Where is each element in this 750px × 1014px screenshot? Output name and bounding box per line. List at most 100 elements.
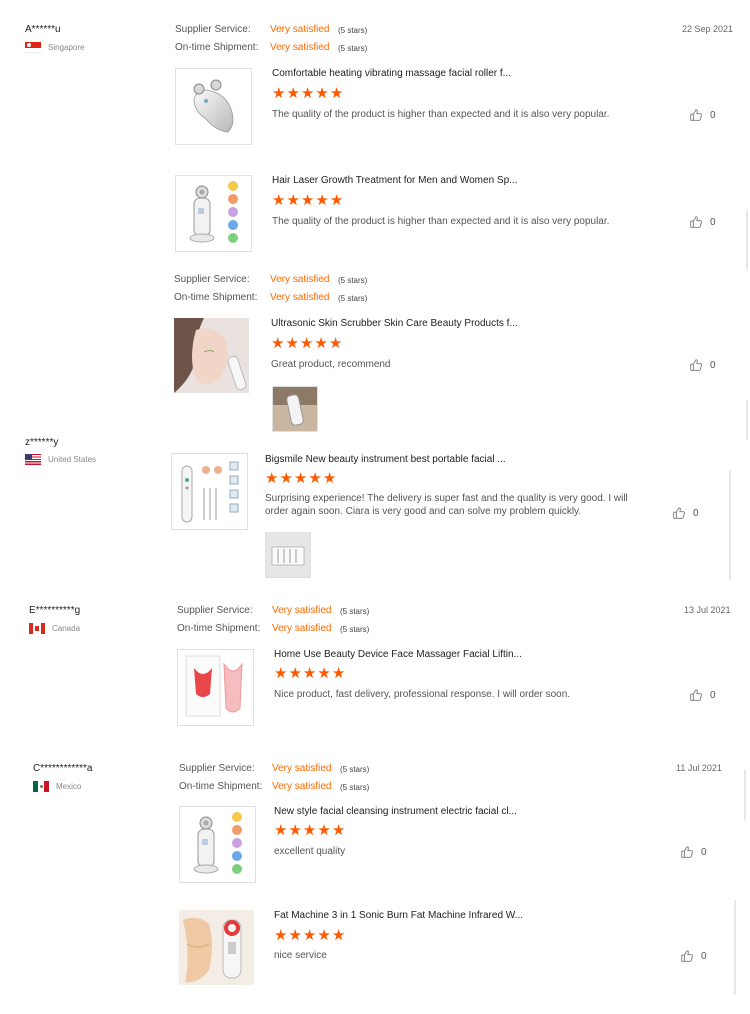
reviewer-country: Mexico	[33, 781, 81, 792]
supplier-service-stars: (5 stars)	[338, 276, 368, 285]
ontime-shipment-stars: (5 stars)	[340, 625, 370, 634]
product-title[interactable]: Ultrasonic Skin Scrubber Skin Care Beaut…	[271, 318, 518, 329]
supplier-service-stars: (5 stars)	[340, 765, 370, 774]
product-thumbnail[interactable]	[174, 318, 249, 393]
star-icon: ★	[286, 192, 300, 209]
ontime-shipment-value: Very satisfied	[270, 292, 330, 303]
like-button[interactable]: 0	[680, 949, 707, 963]
star-icon: ★	[288, 665, 302, 682]
product-title[interactable]: Comfortable heating vibrating massage fa…	[272, 68, 511, 79]
star-icon: ★	[279, 470, 293, 487]
star-icon: ★	[288, 927, 302, 944]
country-label: Mexico	[56, 782, 82, 791]
like-count: 0	[693, 507, 699, 519]
ontime-shipment-label: On-time Shipment:	[174, 292, 258, 303]
product-title[interactable]: Hair Laser Growth Treatment for Men and …	[272, 175, 517, 186]
ontime-shipment-value: Very satisfied	[270, 42, 330, 53]
star-icon: ★	[274, 665, 288, 682]
supplier-service-stars: (5 stars)	[338, 26, 368, 35]
thumbs-up-icon	[690, 109, 702, 121]
product-title[interactable]: Bigsmile New beauty instrument best port…	[265, 454, 506, 465]
like-count: 0	[710, 109, 716, 121]
like-button[interactable]: 0	[689, 108, 716, 122]
like-button[interactable]: 0	[689, 688, 716, 702]
star-icon: ★	[329, 192, 344, 209]
review-photo-image	[273, 387, 317, 431]
product-title[interactable]: Fat Machine 3 in 1 Sonic Burn Fat Machin…	[274, 910, 523, 921]
star-icon: ★	[299, 335, 314, 352]
review-photo[interactable]	[265, 532, 311, 578]
edge-divider	[746, 400, 748, 440]
review-photo[interactable]	[272, 386, 318, 432]
like-count: 0	[701, 950, 707, 962]
united-states-flag-icon	[25, 454, 41, 465]
reviewer-name: E**********g	[29, 605, 81, 616]
like-count: 0	[710, 359, 716, 371]
like-button[interactable]: 0	[689, 358, 716, 372]
ontime-shipment-stars: (5 stars)	[338, 294, 368, 303]
product-title[interactable]: New style facial cleansing instrument el…	[274, 806, 517, 817]
review-date: 13 Jul 2021	[684, 605, 731, 615]
edge-divider	[744, 770, 746, 820]
thumbs-up-icon	[681, 950, 693, 962]
mexico-flag-icon	[33, 781, 49, 792]
product-thumbnail[interactable]	[177, 649, 254, 726]
neck-massager-icon	[185, 655, 243, 717]
star-icon: ★	[302, 927, 317, 944]
rating-stars: ★ ★ ★ ★ ★	[274, 927, 345, 944]
product-thumbnail[interactable]	[179, 806, 256, 883]
supplier-service-label: Supplier Service:	[175, 24, 251, 35]
rating-stars: ★ ★ ★ ★ ★	[274, 665, 345, 682]
rating-stars: ★ ★ ★ ★ ★	[272, 192, 344, 209]
review-text: The quality of the product is higher tha…	[272, 109, 610, 120]
rating-stars: ★ ★ ★ ★ ★	[271, 335, 342, 352]
star-icon: ★	[315, 192, 329, 209]
facial-roller-icon	[193, 79, 234, 133]
star-icon: ★	[322, 470, 337, 487]
like-button[interactable]: 0	[680, 845, 707, 859]
supplier-service-label: Supplier Service:	[177, 605, 253, 616]
beauty-device-icon	[193, 812, 242, 874]
thumbs-up-icon	[690, 689, 702, 701]
country-label: Singapore	[48, 43, 85, 52]
supplier-service-label: Supplier Service:	[179, 763, 255, 774]
product-thumbnail[interactable]	[179, 910, 254, 985]
ontime-shipment-value: Very satisfied	[272, 781, 332, 792]
thumbs-up-icon	[690, 216, 702, 228]
supplier-service-value: Very satisfied	[272, 605, 332, 616]
ontime-shipment-label: On-time Shipment:	[179, 781, 263, 792]
review-text: Nice product, fast delivery, professiona…	[274, 689, 571, 700]
thumbs-up-icon	[681, 846, 693, 858]
review-date: 22 Sep 2021	[682, 24, 734, 34]
review-text: Great product, recommend	[271, 359, 391, 370]
star-icon: ★	[302, 822, 317, 839]
edge-divider	[734, 900, 736, 995]
reviewer-name: z******y	[25, 437, 59, 448]
like-button[interactable]: 0	[672, 506, 699, 520]
star-icon: ★	[293, 470, 308, 487]
like-count: 0	[701, 846, 707, 858]
star-icon: ★	[317, 822, 331, 839]
star-icon: ★	[274, 822, 288, 839]
product-title[interactable]: Home Use Beauty Device Face Massager Fac…	[274, 649, 522, 660]
ontime-shipment-stars: (5 stars)	[340, 783, 370, 792]
ontime-shipment-label: On-time Shipment:	[177, 623, 261, 634]
ontime-shipment-label: On-time Shipment:	[175, 42, 259, 53]
product-thumbnail[interactable]	[175, 68, 252, 145]
edge-divider	[729, 470, 731, 580]
rating-stars: ★ ★ ★ ★ ★	[265, 470, 337, 487]
supplier-service-label: Supplier Service:	[174, 274, 250, 285]
star-icon: ★	[300, 85, 315, 102]
review-text: excellent quality	[274, 846, 346, 857]
product-thumbnail[interactable]	[171, 453, 248, 530]
star-icon: ★	[285, 335, 299, 352]
like-button[interactable]: 0	[689, 215, 716, 229]
reviewer-name: A******u	[25, 24, 61, 35]
reviewer-country: Singapore	[25, 42, 84, 53]
star-icon: ★	[286, 85, 300, 102]
review-text: Surprising experience! The delivery is s…	[265, 493, 628, 517]
singapore-flag-icon	[25, 42, 41, 53]
country-label: Canada	[52, 624, 81, 633]
product-thumbnail[interactable]	[175, 175, 252, 252]
reviewer-country: Canada	[29, 623, 80, 634]
